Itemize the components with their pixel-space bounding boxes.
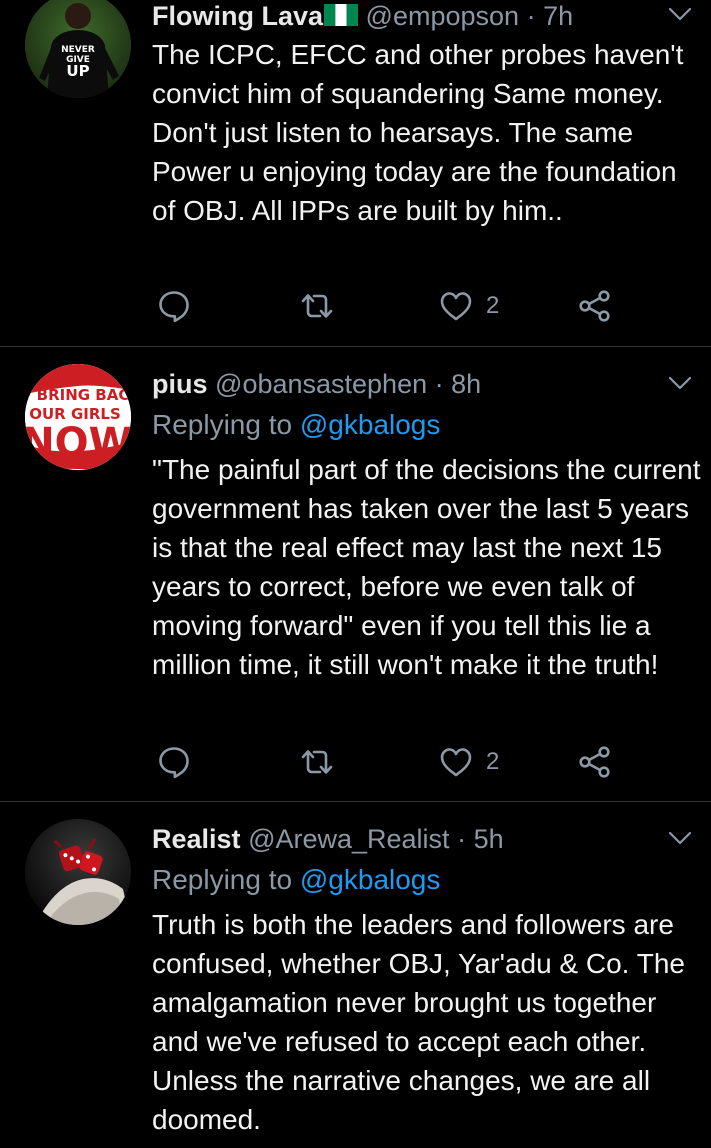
share-icon: [577, 288, 613, 324]
nigeria-flag-icon: [324, 4, 359, 26]
handle[interactable]: @empopson: [366, 1, 520, 31]
avatar-text-1: BRING BAC: [37, 386, 130, 404]
avatar[interactable]: [25, 819, 131, 925]
separator-dot: ·: [526, 1, 536, 31]
tweet-text: The ICPC, EFCC and other probes haven't …: [152, 39, 684, 226]
reply-mention-link[interactable]: @gkbalogs: [300, 864, 441, 895]
chevron-down-icon[interactable]: [667, 375, 693, 391]
avatar[interactable]: BRING BAC OUR GIRLS NOW: [25, 364, 131, 470]
reply-mention-link[interactable]: @gkbalogs: [300, 409, 441, 440]
tweet-header: Flowing Lava @empopson · 7h: [152, 0, 641, 32]
separator-dot: ·: [434, 369, 444, 399]
display-name[interactable]: Flowing Lava: [152, 1, 323, 31]
retweet-button[interactable]: [297, 286, 337, 326]
replying-to-label: Replying to: [152, 409, 293, 440]
like-icon: [438, 288, 474, 324]
replying-to-label: Replying to: [152, 864, 293, 895]
reply-button[interactable]: [156, 742, 192, 782]
tweet-text: "The painful part of the decisions the c…: [152, 454, 701, 680]
display-name[interactable]: pius: [152, 369, 208, 399]
retweet-button[interactable]: [297, 742, 337, 782]
handle[interactable]: @obansastephen: [215, 369, 427, 399]
timestamp[interactable]: 7h: [543, 1, 573, 31]
chevron-down-icon[interactable]: [667, 830, 693, 846]
chevron-down-icon[interactable]: [667, 6, 693, 22]
avatar-image: BRING BAC OUR GIRLS NOW: [25, 364, 131, 470]
reply-button[interactable]: [156, 286, 192, 326]
replying-to: Replying to @gkbalogs: [152, 863, 440, 897]
like-count: 2: [486, 292, 500, 319]
separator-dot: ·: [457, 824, 467, 854]
tweet-actions: 2: [152, 286, 632, 326]
handle[interactable]: @Arewa_Realist: [248, 824, 450, 854]
avatar-text-1: NEVER: [61, 45, 95, 55]
like-button[interactable]: 2: [438, 286, 499, 326]
share-button[interactable]: [577, 742, 613, 782]
reply-icon: [156, 744, 192, 780]
tweet-text: Truth is both the leaders and followers …: [152, 909, 685, 1135]
tweet-header: pius @obansastephen · 8h: [152, 368, 641, 400]
share-button[interactable]: [577, 286, 613, 326]
avatar-text-3: UP: [66, 62, 89, 80]
replying-to: Replying to @gkbalogs: [152, 408, 440, 442]
avatar-text-3: NOW: [25, 420, 131, 466]
retweet-icon: [297, 288, 337, 324]
avatar[interactable]: NEVER GIVE UP: [25, 0, 131, 98]
timestamp[interactable]: 8h: [451, 369, 481, 399]
like-icon: [438, 744, 474, 780]
avatar-image: NEVER GIVE UP: [25, 0, 131, 98]
tweet-actions: 2: [152, 742, 632, 782]
tweet-2[interactable]: BRING BAC OUR GIRLS NOW pius @obansastep…: [0, 347, 711, 801]
retweet-icon: [297, 744, 337, 780]
share-icon: [577, 744, 613, 780]
like-count: 2: [486, 748, 500, 775]
tweet-1[interactable]: NEVER GIVE UP Flowing Lava @empopson · 7…: [0, 0, 711, 345]
display-name[interactable]: Realist: [152, 824, 241, 854]
tweet-header: Realist @Arewa_Realist · 5h: [152, 823, 641, 855]
avatar-image: [25, 819, 131, 925]
like-button[interactable]: 2: [438, 742, 499, 782]
tweet-3[interactable]: Realist @Arewa_Realist · 5h Replying to …: [0, 802, 711, 1148]
reply-icon: [156, 288, 192, 324]
timestamp[interactable]: 5h: [474, 824, 504, 854]
